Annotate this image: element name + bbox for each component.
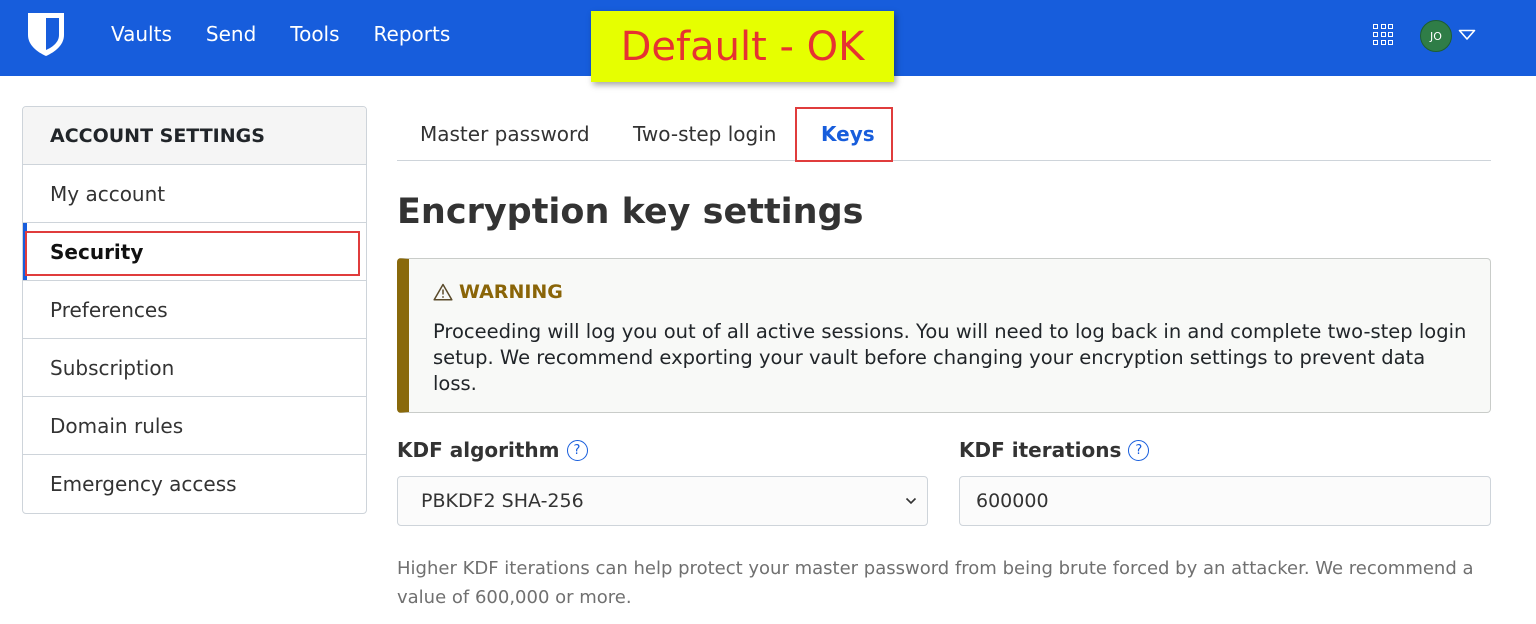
question-circle-icon[interactable]: ?: [1128, 439, 1150, 461]
annotation-box-keys: [795, 107, 893, 162]
nav-send[interactable]: Send: [206, 22, 256, 46]
nav-reports[interactable]: Reports: [374, 22, 451, 46]
warning-icon: [433, 283, 453, 301]
main-nav: Vaults Send Tools Reports: [111, 0, 484, 68]
sidebar-item-my-account[interactable]: My account: [23, 165, 366, 223]
avatar[interactable]: JO: [1420, 20, 1452, 52]
chevron-down-icon: [905, 497, 917, 505]
sidebar-item-preferences[interactable]: Preferences: [23, 281, 366, 339]
annotation-label: Default - OK: [591, 11, 894, 82]
tab-two-step-login[interactable]: Two-step login: [633, 106, 776, 161]
nav-vaults[interactable]: Vaults: [111, 22, 172, 46]
sidebar-item-domain-rules[interactable]: Domain rules: [23, 397, 366, 455]
account-settings-sidebar: ACCOUNT SETTINGS My account Security Pre…: [22, 106, 367, 514]
kdf-algorithm-select[interactable]: PBKDF2 SHA-256: [397, 476, 928, 526]
kdf-algorithm-value: PBKDF2 SHA-256: [421, 490, 584, 512]
sidebar-heading: ACCOUNT SETTINGS: [23, 107, 366, 165]
bitwarden-logo-icon[interactable]: [26, 11, 66, 57]
kdf-iterations-label: KDF iterations ?: [959, 438, 1150, 462]
warning-callout: WARNING Proceeding will log you out of a…: [397, 258, 1491, 413]
kdf-iterations-label-text: KDF iterations: [959, 438, 1122, 462]
sidebar-item-emergency-access[interactable]: Emergency access: [23, 455, 366, 513]
caret-down-icon[interactable]: [1458, 29, 1476, 41]
page-title: Encryption key settings: [397, 192, 864, 232]
annotation-box-security: [25, 231, 360, 276]
nav-tools[interactable]: Tools: [290, 22, 339, 46]
tab-master-password[interactable]: Master password: [420, 106, 590, 161]
question-circle-icon[interactable]: ?: [566, 439, 588, 461]
kdf-iterations-input[interactable]: 600000: [959, 476, 1491, 526]
sidebar-item-subscription[interactable]: Subscription: [23, 339, 366, 397]
warning-body: Proceeding will log you out of all activ…: [433, 320, 1467, 395]
warning-title: WARNING: [433, 281, 563, 303]
kdf-algorithm-label-text: KDF algorithm: [397, 438, 560, 462]
kdf-hint-text: Higher KDF iterations can help protect y…: [397, 558, 1474, 608]
kdf-algorithm-label: KDF algorithm ?: [397, 438, 588, 462]
product-switcher-icon[interactable]: [1373, 24, 1395, 46]
security-tabs: Master password Two-step login Keys: [397, 106, 1491, 161]
warning-title-text: WARNING: [459, 281, 563, 303]
